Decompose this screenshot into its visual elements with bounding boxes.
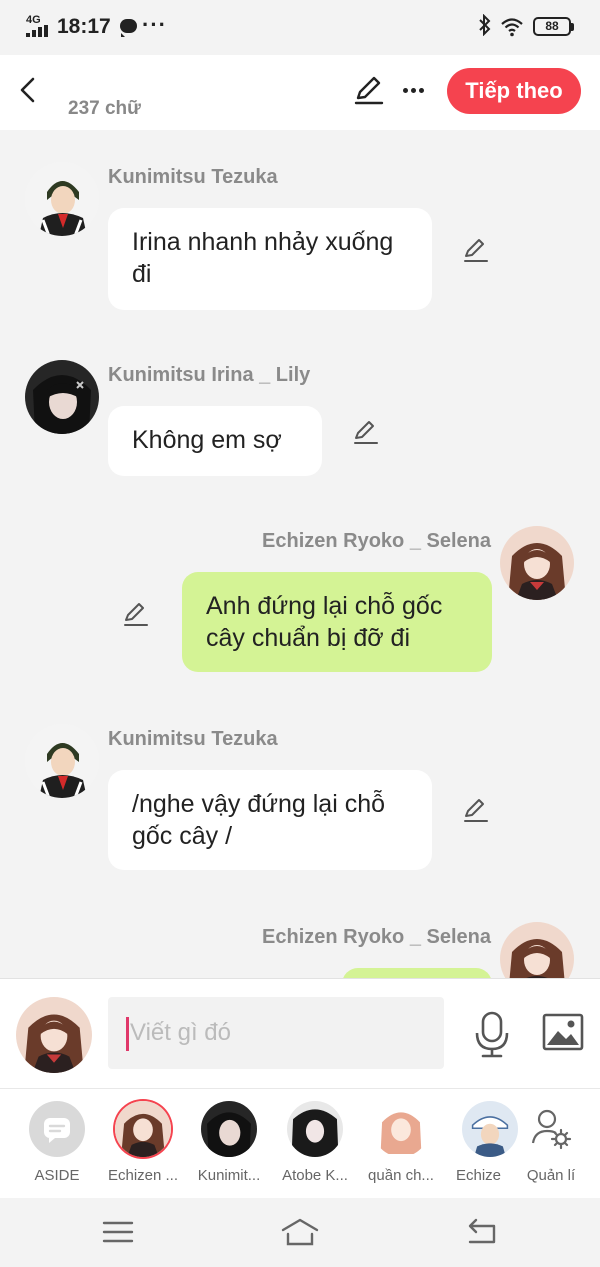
current-character-avatar[interactable] [16,997,92,1073]
battery-indicator: 88 [533,17,574,36]
text-caret [126,1017,129,1051]
message-bubble[interactable]: /nghe vậy đứng lại chỗ gốc cây / [108,770,432,870]
system-nav-bar [0,1198,600,1267]
character-picker: ASIDE Echizen ... Kunimit... Atobe K... … [0,1088,600,1198]
app-header: 237 chữ Tiếp theo [0,55,600,130]
character-kunimitsu[interactable]: Kunimit... [184,1101,274,1184]
message-row: Echizen Ryoko _ Selena [0,896,600,978]
status-bar: 4G 18:17 ··· 88 [0,0,600,55]
message-row: Kunimitsu Irina _ Lily Không em sợ [0,330,600,490]
avatar [115,1101,171,1157]
menu-nav-button[interactable] [98,1214,138,1250]
clock: 18:17 [57,15,111,38]
character-echizen-2[interactable]: Echize [442,1101,518,1184]
aside-icon [29,1101,85,1157]
edit-message-icon[interactable] [122,600,150,628]
edit-message-icon[interactable] [352,418,380,446]
avatar[interactable] [500,922,574,978]
character-echizen[interactable]: Echizen ... [98,1101,188,1184]
avatar[interactable] [25,360,99,434]
avatar [373,1101,429,1157]
character-quan-chung[interactable]: quần ch... [356,1101,446,1184]
character-atobe[interactable]: Atobe K... [270,1101,360,1184]
character-aside[interactable]: ASIDE [12,1101,102,1184]
message-row: Echizen Ryoko _ Selena Anh đứng lại chỗ … [0,500,600,690]
signal-icon [26,25,50,37]
message-bubble[interactable]: Irina nhanh nhảy xuống đi [108,208,432,310]
message-notification-icon [120,19,137,37]
sender-name: Kunimitsu Irina _ Lily [108,364,311,386]
user-settings-icon [523,1101,579,1157]
avatar[interactable] [500,526,574,600]
edit-message-icon[interactable] [462,236,490,264]
edit-message-icon[interactable] [462,796,490,824]
message-row: Kunimitsu Tezuka Irina nhanh nhảy xuống … [0,130,600,320]
message-bubble[interactable] [342,968,492,978]
message-bubble[interactable]: Không em sợ [108,406,322,476]
more-notifications-icon: ··· [142,12,167,37]
sender-name: Echizen Ryoko _ Selena [262,926,491,948]
avatar[interactable] [25,724,99,798]
composer [0,978,600,1088]
sender-name: Kunimitsu Tezuka [108,166,278,188]
sender-name: Echizen Ryoko _ Selena [262,530,491,552]
bluetooth-icon [479,14,491,36]
more-options-button[interactable] [399,75,429,105]
avatar[interactable] [25,162,99,236]
next-button[interactable]: Tiếp theo [447,68,581,114]
microphone-button[interactable] [470,1009,514,1059]
avatar [201,1101,257,1157]
avatar [287,1101,343,1157]
message-input[interactable] [108,997,444,1069]
image-button[interactable] [542,1013,584,1051]
message-bubble[interactable]: Anh đứng lại chỗ gốc cây chuẩn bị đỡ đi [182,572,492,672]
word-count: 237 chữ [68,98,141,119]
wifi-icon [501,18,523,37]
message-row: Kunimitsu Tezuka /nghe vậy đứng lại chỗ … [0,698,600,888]
back-button[interactable] [14,72,44,108]
home-nav-button[interactable] [280,1214,320,1250]
manage-characters-button[interactable]: Quản lí [506,1101,596,1184]
sender-name: Kunimitsu Tezuka [108,728,278,750]
back-nav-button[interactable] [462,1214,502,1250]
edit-button[interactable] [352,73,386,107]
chat-area: Kunimitsu Tezuka Irina nhanh nhảy xuống … [0,130,600,978]
